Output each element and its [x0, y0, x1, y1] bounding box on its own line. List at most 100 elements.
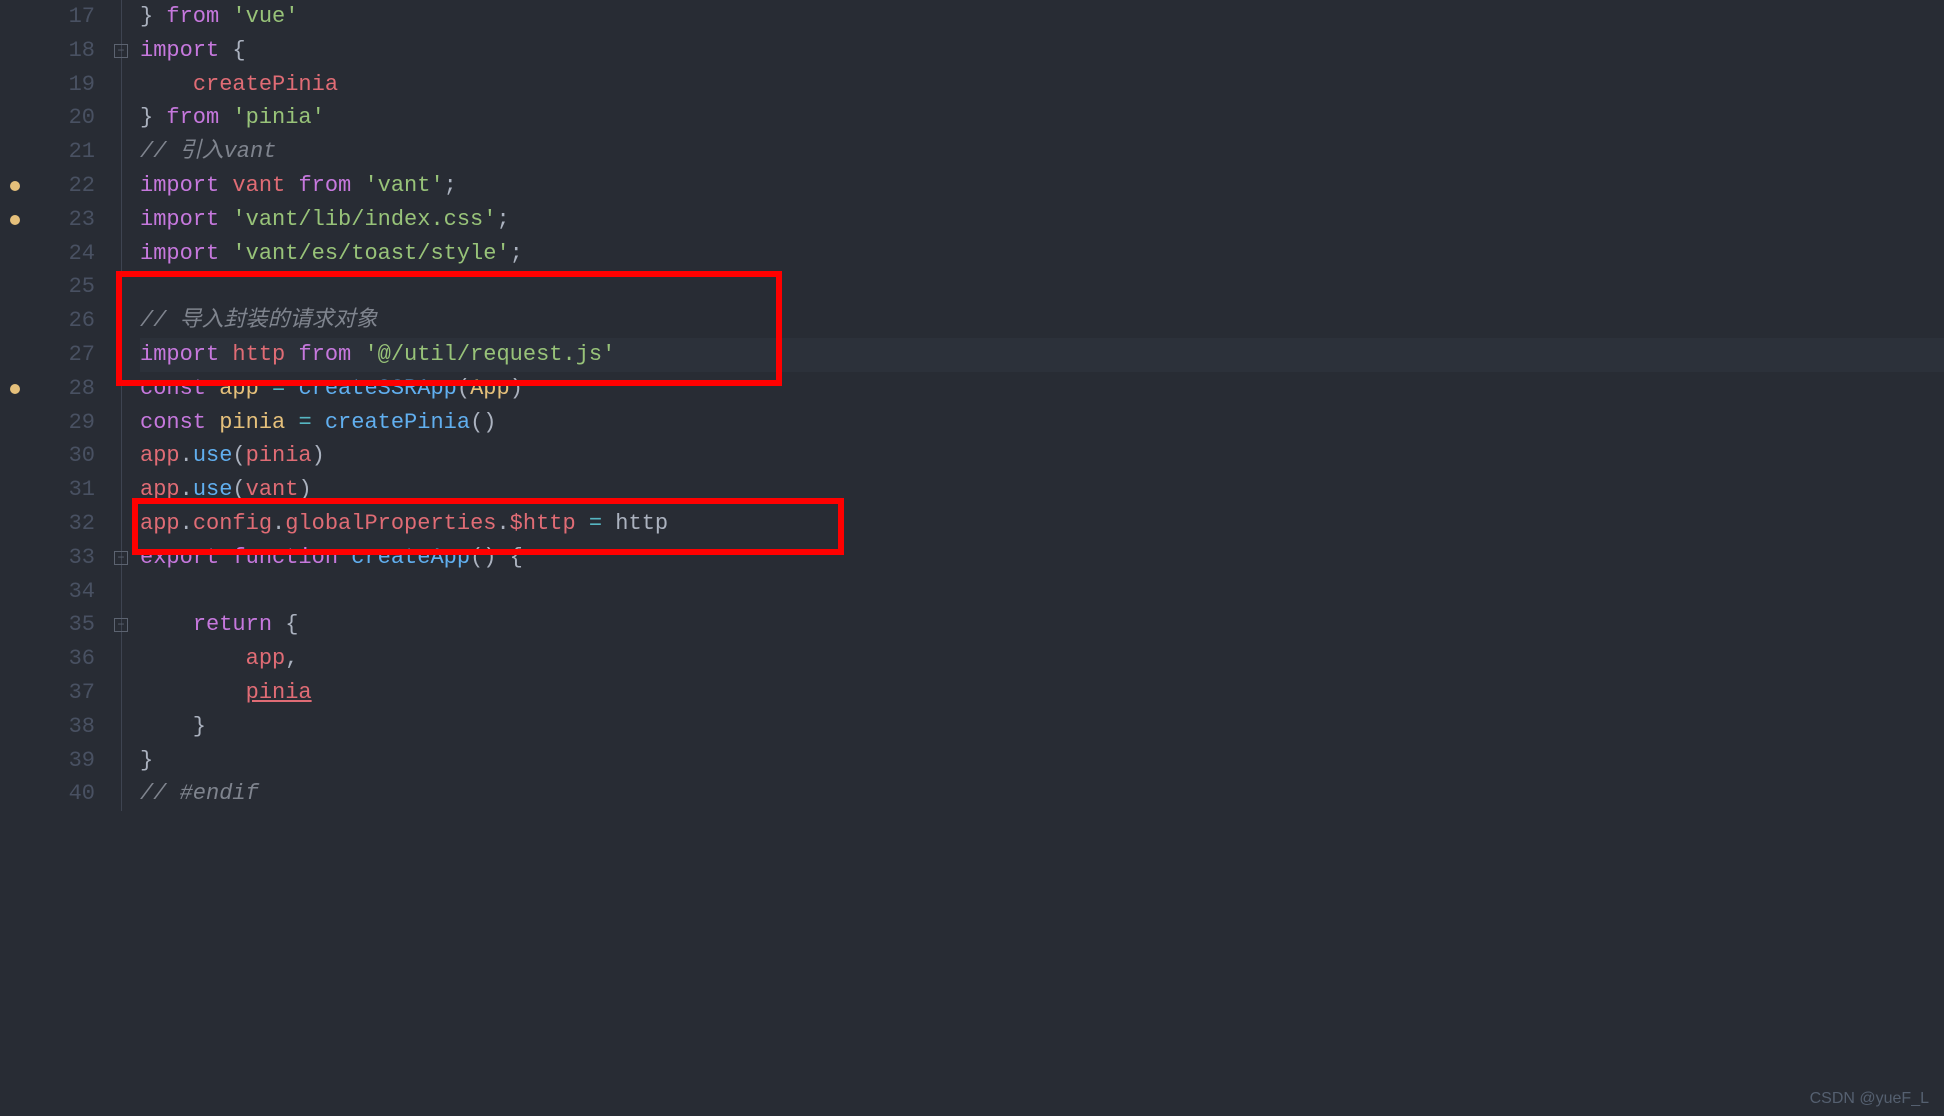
code-line[interactable]: app,	[140, 642, 1944, 676]
line-number: 39	[30, 744, 95, 778]
token: createSSRApp	[298, 376, 456, 401]
code-line[interactable]: // #endif	[140, 777, 1944, 811]
token: const	[140, 410, 206, 435]
token: .	[180, 511, 193, 536]
token: import	[140, 241, 219, 266]
token: }	[140, 4, 166, 29]
token: import	[140, 207, 219, 232]
code-line[interactable]: return {	[140, 608, 1944, 642]
token: 'vant/es/toast/style'	[232, 241, 509, 266]
token: vant	[232, 173, 285, 198]
token: 'vant/lib/index.css'	[232, 207, 496, 232]
code-line[interactable]: app.use(pinia)	[140, 439, 1944, 473]
code-line[interactable]: } from 'pinia'	[140, 101, 1944, 135]
token: globalProperties	[285, 511, 496, 536]
token: 'vue'	[232, 4, 298, 29]
code-line[interactable]: import 'vant/lib/index.css';	[140, 203, 1944, 237]
token	[576, 511, 589, 536]
token	[140, 646, 246, 671]
token: .	[272, 511, 285, 536]
fold-minus-icon[interactable]: −	[114, 44, 128, 58]
code-line[interactable]: }	[140, 744, 1944, 778]
token: app	[219, 376, 259, 401]
token: }	[140, 105, 166, 130]
token: from	[298, 173, 351, 198]
code-line[interactable]	[140, 575, 1944, 609]
code-line[interactable]: export function createApp() {	[140, 541, 1944, 575]
token: .	[180, 477, 193, 502]
token: from	[166, 4, 219, 29]
token: const	[140, 376, 206, 401]
token: return	[193, 612, 272, 637]
token: {	[219, 38, 245, 63]
token: () {	[470, 545, 523, 570]
token: App	[470, 376, 510, 401]
code-line[interactable]: import vant from 'vant';	[140, 169, 1944, 203]
line-number: 26	[30, 304, 95, 338]
token: pinia	[219, 410, 285, 435]
code-content[interactable]: } from 'vue'import { createPinia} from '…	[140, 0, 1944, 1116]
line-number-gutter: 1718192021222324252627282930313233343536…	[30, 0, 110, 1116]
fold-minus-icon[interactable]: −	[114, 618, 128, 632]
fold-minus-icon[interactable]: −	[114, 551, 128, 565]
token: {	[272, 612, 298, 637]
line-number: 19	[30, 68, 95, 102]
token: ()	[470, 410, 496, 435]
token: 'vant'	[364, 173, 443, 198]
code-line[interactable]: app.use(vant)	[140, 473, 1944, 507]
line-number: 36	[30, 642, 95, 676]
line-number: 17	[30, 0, 95, 34]
token: ;	[444, 173, 457, 198]
code-line[interactable]: createPinia	[140, 68, 1944, 102]
token: use	[193, 477, 233, 502]
code-editor[interactable]: 1718192021222324252627282930313233343536…	[0, 0, 1944, 1116]
token	[140, 612, 193, 637]
token: =	[272, 376, 285, 401]
change-dot-icon	[10, 384, 20, 394]
token: import	[140, 342, 219, 367]
token: ;	[496, 207, 509, 232]
code-line[interactable]: app.config.globalProperties.$http = http	[140, 507, 1944, 541]
token	[219, 241, 232, 266]
code-line[interactable]: import 'vant/es/toast/style';	[140, 237, 1944, 271]
fold-gutter: − − −	[110, 0, 140, 1116]
token: createApp	[351, 545, 470, 570]
token: app	[140, 443, 180, 468]
token: '@/util/request.js'	[364, 342, 615, 367]
change-dot-icon	[10, 181, 20, 191]
code-line[interactable]: // 导入封装的请求对象	[140, 304, 1944, 338]
token: export	[140, 545, 219, 570]
token: pinia	[246, 443, 312, 468]
code-line[interactable]: import {	[140, 34, 1944, 68]
token: (	[232, 477, 245, 502]
token	[140, 680, 246, 705]
token	[351, 173, 364, 198]
token	[602, 511, 615, 536]
token	[259, 376, 272, 401]
token: from	[298, 342, 351, 367]
token	[312, 410, 325, 435]
code-line[interactable]: const pinia = createPinia()	[140, 406, 1944, 440]
code-line[interactable]: const app = createSSRApp(App)	[140, 372, 1944, 406]
code-line[interactable]	[140, 270, 1944, 304]
code-line[interactable]: } from 'vue'	[140, 0, 1944, 34]
line-number: 21	[30, 135, 95, 169]
token: 'pinia'	[232, 105, 324, 130]
token	[206, 410, 219, 435]
token: )	[312, 443, 325, 468]
code-line[interactable]: import http from '@/util/request.js'	[140, 338, 1944, 372]
line-number: 23	[30, 203, 95, 237]
line-number: 32	[30, 507, 95, 541]
token	[219, 4, 232, 29]
line-number: 22	[30, 169, 95, 203]
line-number: 37	[30, 676, 95, 710]
token: createPinia	[325, 410, 470, 435]
token: .	[496, 511, 509, 536]
code-line[interactable]: pinia	[140, 676, 1944, 710]
token: .	[180, 443, 193, 468]
watermark: CSDN @yueF_L	[1810, 1090, 1929, 1108]
token: from	[166, 105, 219, 130]
token: )	[510, 376, 523, 401]
code-line[interactable]: // 引入vant	[140, 135, 1944, 169]
code-line[interactable]: }	[140, 710, 1944, 744]
